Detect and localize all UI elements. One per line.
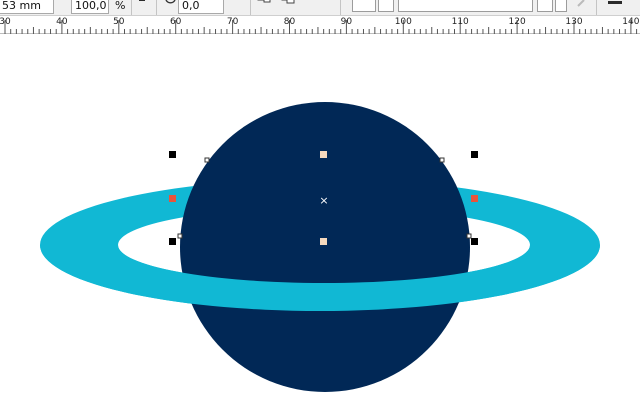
center-marker[interactable]: × [319,194,328,207]
ruler-label: 60 [169,17,182,27]
object-size-field[interactable]: 53 mm [0,0,54,14]
separator [156,0,157,15]
handle-bottom-right[interactable] [471,238,478,245]
horizontal-ruler[interactable]: 30 40 50 60 70 80 90 100 110 120 130 140 [0,16,640,34]
ruler-ticks [4,20,638,34]
vertex-marker [466,233,472,239]
rotation-field[interactable]: 0,0 [178,0,224,14]
vertex-marker [177,233,183,239]
handle-top-right[interactable] [471,151,478,158]
separator [596,0,597,15]
separator [131,0,132,15]
property-bar: 53 mm 100,0 % 0,0 [0,0,640,16]
drawing-canvas[interactable]: × [0,35,640,418]
group-icon[interactable] [256,0,272,12]
ruler-label: 30 [0,17,11,27]
separator [250,0,251,15]
outline-dropdown[interactable] [378,0,394,12]
scale-field[interactable]: 100,0 [71,0,109,14]
handle-top-left[interactable] [169,151,176,158]
ruler-label: 120 [508,17,526,27]
node-top[interactable] [320,151,327,158]
ruler-label: 90 [340,17,353,27]
rotate-icon[interactable] [163,0,179,12]
drawing-surface[interactable]: × [0,35,640,418]
ruler-label: 80 [283,17,296,27]
ruler-label: 40 [56,17,68,27]
line-end-box[interactable] [537,0,553,12]
node-bottom[interactable] [320,238,327,245]
vertex-marker [204,157,210,163]
eyedropper-icon[interactable] [574,0,590,12]
outline-style-dropdown[interactable] [398,0,533,12]
align-icon[interactable] [606,0,622,12]
ruler-label: 140 [622,17,640,27]
planet-circle[interactable] [180,102,470,392]
handle-bottom-left[interactable] [169,238,176,245]
ruler-label: 110 [451,17,469,27]
handle-middle-left[interactable] [169,195,176,202]
scale-unit-label: % [115,0,126,12]
line-end-dropdown[interactable] [555,0,567,12]
ruler-label: 130 [565,17,583,27]
separator [340,0,341,15]
handle-middle-right[interactable] [471,195,478,202]
ruler-label: 50 [113,17,125,27]
ungroup-icon[interactable] [280,0,296,12]
outline-width-box[interactable] [352,0,376,12]
vertex-marker [439,157,445,163]
ruler-label: 70 [226,17,239,27]
lock-ratio-icon[interactable] [134,0,150,12]
ruler-label: 100 [394,17,412,27]
